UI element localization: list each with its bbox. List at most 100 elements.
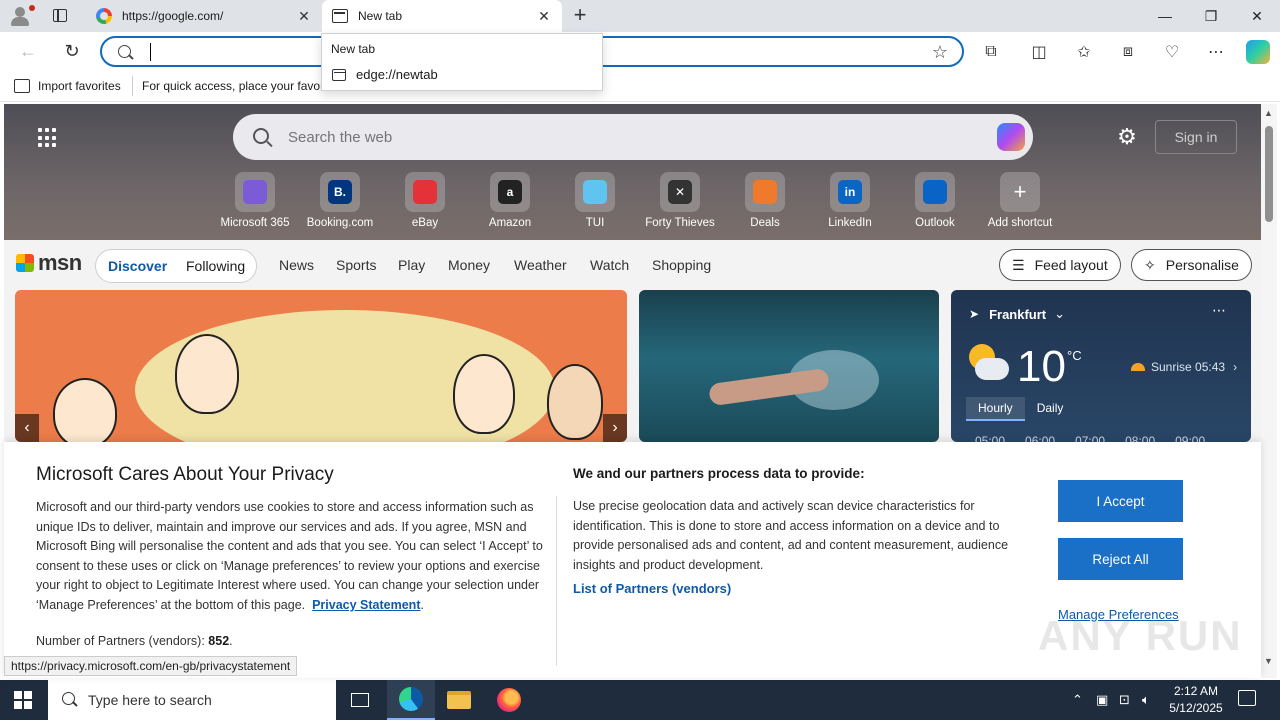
- taskbar-file-explorer[interactable]: [435, 680, 483, 720]
- notifications-icon[interactable]: [1238, 690, 1256, 706]
- sunrise-info[interactable]: Sunrise 05:43 ›: [1131, 360, 1237, 374]
- nav-news[interactable]: News: [279, 257, 314, 273]
- app-launcher-icon[interactable]: [38, 128, 58, 148]
- search-icon: [118, 45, 131, 58]
- shortcut-tile[interactable]: TUI: [550, 172, 640, 229]
- new-tab-favicon-icon: [332, 9, 348, 23]
- split-screen-icon[interactable]: ◫: [1028, 41, 1050, 63]
- scroll-up-icon[interactable]: ▲: [1264, 108, 1273, 118]
- privacy-statement-link[interactable]: Privacy Statement: [312, 598, 420, 612]
- browser-toolbar: ← ↻ ☆ ⧉ ◫ ✩ ⧈ ♡ ⋯: [0, 32, 1280, 70]
- close-window-button[interactable]: ✕: [1234, 0, 1280, 32]
- personalise-button[interactable]: ✧ Personalise: [1131, 249, 1252, 281]
- cartoon-face-4: [547, 364, 603, 440]
- weather-card[interactable]: ➤ Frankfurt ⌄ ⋯ 10 °C Sunrise 05:43 › Ho…: [951, 290, 1251, 442]
- nav-weather[interactable]: Weather: [514, 257, 567, 273]
- shortcut-tile[interactable]: eBay: [380, 172, 470, 229]
- shortcut-tile-bg: [915, 172, 955, 212]
- carousel-next-icon[interactable]: ›: [603, 414, 627, 442]
- shortcut-label: Deals: [750, 217, 780, 229]
- tab-new-tab[interactable]: New tab ✕: [322, 0, 562, 32]
- favorites-hint: For quick access, place your favori: [142, 79, 322, 93]
- back-button[interactable]: ←: [15, 39, 41, 63]
- favorite-star-icon[interactable]: ☆: [932, 42, 948, 63]
- list-of-partners-link[interactable]: List of Partners (vendors): [573, 581, 731, 596]
- hour-label: 06:00: [1025, 434, 1056, 442]
- new-tab-button[interactable]: +: [569, 4, 591, 27]
- tab-following[interactable]: Following: [186, 258, 245, 274]
- cartoon-face-1: [53, 378, 117, 442]
- taskbar-firefox[interactable]: [485, 680, 533, 720]
- swimmer-story-card[interactable]: [639, 290, 939, 442]
- tab-hourly[interactable]: Hourly: [966, 397, 1025, 421]
- minimize-button[interactable]: —: [1142, 0, 1188, 32]
- page-scrollbar[interactable]: ▲ ▼: [1261, 104, 1277, 678]
- extensions-icon[interactable]: ⧉: [980, 41, 1002, 63]
- copilot-icon[interactable]: [1246, 40, 1270, 64]
- cartoon-face-2: [175, 334, 239, 414]
- shortcut-label: TUI: [585, 217, 605, 229]
- web-search-box[interactable]: [233, 114, 1033, 160]
- sign-in-button[interactable]: Sign in: [1155, 120, 1237, 154]
- tab-discover[interactable]: Discover: [108, 258, 167, 274]
- page-settings-gear-icon[interactable]: ⚙: [1116, 126, 1138, 148]
- taskbar-search-box[interactable]: Type here to search: [48, 680, 336, 720]
- msn-logo[interactable]: msn: [16, 250, 82, 276]
- restore-button[interactable]: ❐: [1188, 0, 1234, 32]
- tab-close-icon[interactable]: ✕: [296, 8, 312, 24]
- partners-count-line: Number of Partners (vendors): 852.: [36, 634, 233, 648]
- collections-icon[interactable]: ⧈: [1117, 41, 1139, 63]
- more-menu-icon[interactable]: ⋯: [1205, 41, 1227, 63]
- shortcut-tile[interactable]: in LinkedIn: [805, 172, 895, 229]
- shortcut-tile[interactable]: ✕ Forty Thieves: [635, 172, 725, 229]
- chevron-right-icon: ›: [1233, 360, 1238, 374]
- scroll-down-icon[interactable]: ▼: [1264, 656, 1273, 666]
- nav-shopping[interactable]: Shopping: [652, 257, 711, 273]
- browser-essentials-icon[interactable]: ♡: [1161, 41, 1183, 63]
- windows-start-icon[interactable]: [14, 691, 32, 709]
- shortcut-tile[interactable]: a Amazon: [465, 172, 555, 229]
- chevron-down-icon: ⌄: [1054, 306, 1066, 321]
- web-search-input[interactable]: [288, 126, 888, 148]
- tray-device-icon[interactable]: ▣: [1096, 692, 1108, 708]
- reload-button[interactable]: ↻: [59, 39, 85, 63]
- accept-button[interactable]: I Accept: [1058, 480, 1183, 522]
- nav-play[interactable]: Play: [398, 257, 425, 273]
- carousel-prev-icon[interactable]: ‹: [15, 414, 39, 442]
- weather-location[interactable]: ➤ Frankfurt ⌄: [969, 306, 1065, 322]
- profile-avatar-icon[interactable]: [8, 4, 35, 28]
- consent-body-text: Microsoft and our third-party vendors us…: [36, 500, 543, 612]
- nav-money[interactable]: Money: [448, 257, 490, 273]
- taskbar-edge[interactable]: [387, 680, 435, 720]
- shortcut-tile[interactable]: B. Booking.com: [295, 172, 385, 229]
- status-bar-url: https://privacy.microsoft.com/en-gb/priv…: [4, 656, 298, 676]
- reject-all-button[interactable]: Reject All: [1058, 538, 1183, 580]
- microsoft-365-icon: [243, 180, 267, 204]
- copilot-search-icon[interactable]: [997, 123, 1025, 151]
- favorites-icon[interactable]: ✩: [1073, 41, 1095, 63]
- shortcut-tile[interactable]: + Add shortcut: [975, 172, 1065, 229]
- nav-watch[interactable]: Watch: [590, 257, 629, 273]
- volume-icon[interactable]: 🔈︎: [1142, 692, 1150, 708]
- tray-chevron-up-icon[interactable]: ⌃: [1072, 692, 1083, 708]
- dropdown-suggestion[interactable]: edge://newtab: [332, 67, 438, 82]
- feed-layout-button[interactable]: ☰ Feed layout: [999, 249, 1121, 281]
- task-view-button[interactable]: [336, 680, 384, 720]
- tab-actions-menu-icon[interactable]: [50, 6, 70, 26]
- tab-google[interactable]: https://google.com/ ✕: [86, 0, 322, 32]
- more-options-icon[interactable]: ⋯: [1212, 302, 1227, 319]
- shortcut-label: Amazon: [488, 217, 532, 229]
- network-icon[interactable]: ⊡: [1119, 692, 1130, 708]
- scrollbar-thumb[interactable]: [1265, 126, 1273, 222]
- cartoon-story-card[interactable]: ‹ ›: [15, 290, 627, 442]
- shortcut-tile[interactable]: Deals: [720, 172, 810, 229]
- tab-close-icon[interactable]: ✕: [536, 8, 552, 24]
- import-favorites-link[interactable]: Import favorites: [38, 79, 121, 93]
- tab-daily[interactable]: Daily: [1025, 397, 1076, 421]
- shortcut-tile[interactable]: Outlook: [890, 172, 980, 229]
- suggestion-text: edge://newtab: [356, 67, 438, 82]
- nav-sports[interactable]: Sports: [336, 257, 376, 273]
- msn-butterfly-icon: [16, 254, 34, 272]
- shortcut-tile[interactable]: Microsoft 365: [210, 172, 300, 229]
- taskbar-clock[interactable]: 2:12 AM 5/12/2025: [1164, 683, 1228, 717]
